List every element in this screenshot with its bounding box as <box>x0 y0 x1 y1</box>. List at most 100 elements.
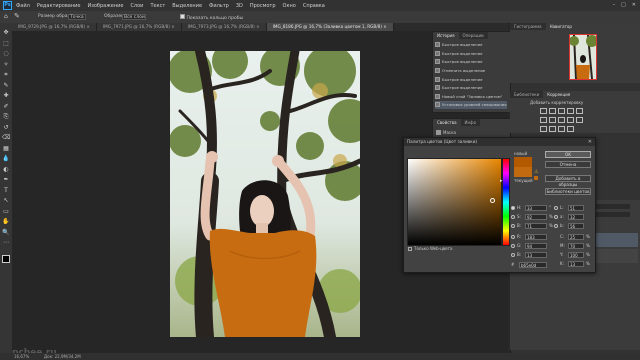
panel-tab[interactable]: Коррекция <box>543 91 575 98</box>
foreground-color-swatch[interactable] <box>2 255 10 263</box>
panel-tab[interactable]: Инфо <box>460 119 481 126</box>
lab-b-input[interactable]: 56 <box>568 222 584 229</box>
hue-slider-handle-icon[interactable]: ▸ <box>500 178 503 184</box>
lasso-tool-icon[interactable]: ◌ <box>2 50 10 58</box>
close-icon[interactable]: ✕ <box>588 138 592 146</box>
panel-tab[interactable]: Свойства <box>433 119 461 126</box>
magenta-input[interactable]: 70 <box>568 242 584 249</box>
tab-close-icon[interactable]: × <box>255 24 260 29</box>
panel-tab[interactable]: История <box>433 32 459 39</box>
history-item[interactable]: Быстрое выделение <box>435 84 507 92</box>
history-item[interactable]: Быстрое выделение <box>435 41 507 49</box>
healing-tool-icon[interactable]: ✚ <box>2 92 10 100</box>
layers-filter-bar[interactable] <box>590 204 630 209</box>
eyedropper-tool-icon[interactable]: ✎ <box>14 12 20 20</box>
current-color-swatch[interactable] <box>514 167 532 177</box>
type-tool-icon[interactable]: T <box>2 187 10 195</box>
saturation-radio[interactable] <box>511 214 515 219</box>
panel-tab[interactable]: Гистограмма <box>510 23 546 30</box>
saturation-input[interactable]: 92 <box>525 213 547 220</box>
menu-item[interactable]: 3D <box>236 3 243 9</box>
crop-tool-icon[interactable]: ⌗ <box>2 71 10 79</box>
history-item[interactable]: Новый слой "Заливка цветом" <box>435 93 507 101</box>
eraser-tool-icon[interactable]: ⌫ <box>2 134 10 142</box>
brightness-input[interactable]: 71 <box>525 222 547 229</box>
red-radio[interactable] <box>511 234 515 239</box>
color-libraries-button[interactable]: Библиотеки цветов <box>545 188 591 195</box>
document-tab[interactable]: IMG_9729.JPG @ 16,7% (RGB/8) × <box>12 23 97 31</box>
move-tool-icon[interactable]: ✥ <box>2 29 10 37</box>
brightness-radio[interactable] <box>511 223 515 228</box>
document-tab[interactable]: IMG_8186.JPG @ 16,7% (Заливка цветом 1, … <box>266 23 394 31</box>
tab-close-icon[interactable]: × <box>382 24 387 29</box>
vibrance-icon[interactable] <box>576 108 583 114</box>
hue-slider[interactable]: ▸ <box>500 158 510 246</box>
color-balance-icon[interactable] <box>549 117 556 123</box>
layer-row-fill[interactable] <box>590 233 638 247</box>
history-item[interactable]: Быстрое выделение <box>435 58 507 66</box>
red-input[interactable]: 183 <box>525 233 547 240</box>
lab-a-radio[interactable] <box>554 214 558 219</box>
menu-item[interactable]: Редактирование <box>37 3 81 9</box>
quick-select-tool-icon[interactable]: ✧ <box>2 61 10 69</box>
black-input[interactable]: 13 <box>568 260 584 267</box>
cyan-input[interactable]: 25 <box>568 233 584 240</box>
layer-row-background[interactable] <box>590 249 638 263</box>
history-item[interactable]: Быстрое выделение <box>435 50 507 58</box>
more-tools-icon[interactable]: ⋯ <box>2 239 10 247</box>
color-field[interactable] <box>407 158 502 246</box>
pen-tool-icon[interactable]: ✒ <box>2 176 10 184</box>
menu-item[interactable]: Файл <box>16 3 30 9</box>
hex-input[interactable]: b65e0d <box>519 261 547 268</box>
ok-button[interactable]: OK <box>545 151 591 158</box>
close-icon[interactable]: ✕ <box>632 2 636 8</box>
document-tab[interactable]: IMG_7973.JPG @ 16,7% (RGB/8) × <box>181 23 267 31</box>
menu-item[interactable]: Окно <box>283 3 296 9</box>
lab-l-input[interactable]: 51 <box>568 204 584 211</box>
document-tab[interactable]: IMG_7971.JPG @ 16,7% (RGB/8) × <box>96 23 182 31</box>
green-radio[interactable] <box>511 243 515 248</box>
web-safe-swatch-icon[interactable] <box>534 176 538 180</box>
hue-radio[interactable] <box>511 205 515 210</box>
dodge-tool-icon[interactable]: ◐ <box>2 166 10 174</box>
blue-input[interactable]: 13 <box>525 251 547 258</box>
add-to-swatches-button[interactable]: Добавить в образцы <box>545 175 591 187</box>
minimize-icon[interactable]: – <box>613 2 616 8</box>
lab-l-radio[interactable] <box>554 205 558 210</box>
curves-icon[interactable] <box>558 108 565 114</box>
channel-mixer-icon[interactable] <box>576 117 583 123</box>
history-item[interactable]: Быстрое выделение <box>435 75 507 83</box>
menu-item[interactable]: Выделение <box>172 3 202 9</box>
panel-tab[interactable]: Библиотеки <box>510 91 544 98</box>
gradient-map-icon[interactable] <box>567 126 574 132</box>
show-ring-checkbox[interactable]: Показать кольцо пробы <box>180 14 243 21</box>
history-brush-tool-icon[interactable]: ↺ <box>2 124 10 132</box>
lab-a-input[interactable]: 32 <box>568 213 584 220</box>
exposure-icon[interactable] <box>567 108 574 114</box>
gradient-tool-icon[interactable]: ▦ <box>2 145 10 153</box>
eyedropper-tool-icon[interactable]: ✎ <box>2 82 10 90</box>
threshold-icon[interactable] <box>558 126 565 132</box>
black-white-icon[interactable] <box>558 117 565 123</box>
layers-opacity-bar[interactable] <box>590 212 630 217</box>
invert-icon[interactable] <box>540 126 547 132</box>
hand-tool-icon[interactable]: ✋ <box>2 218 10 226</box>
brightness-icon[interactable] <box>540 108 547 114</box>
document-photo[interactable] <box>170 51 360 337</box>
color-field-cursor-icon[interactable] <box>490 198 495 203</box>
web-only-checkbox[interactable]: Только Web-цвета <box>408 246 452 251</box>
lab-b-radio[interactable] <box>554 223 558 228</box>
blur-tool-icon[interactable]: 💧 <box>2 155 10 163</box>
tab-close-icon[interactable]: × <box>170 24 175 29</box>
menu-item[interactable]: Изображение <box>87 3 123 9</box>
menu-item[interactable]: Фильтр <box>209 3 229 9</box>
panel-tab[interactable]: Навигатор <box>545 23 576 30</box>
photo-filter-icon[interactable] <box>567 117 574 123</box>
web-only-checkbox-box[interactable] <box>408 246 412 251</box>
menu-item[interactable]: Справка <box>303 3 325 9</box>
green-input[interactable]: 94 <box>525 242 547 249</box>
maximize-icon[interactable]: □ <box>621 2 626 8</box>
sample-size-select[interactable]: Точка <box>68 14 86 21</box>
posterize-icon[interactable] <box>549 126 556 132</box>
home-icon[interactable]: ⌂ <box>4 13 8 20</box>
